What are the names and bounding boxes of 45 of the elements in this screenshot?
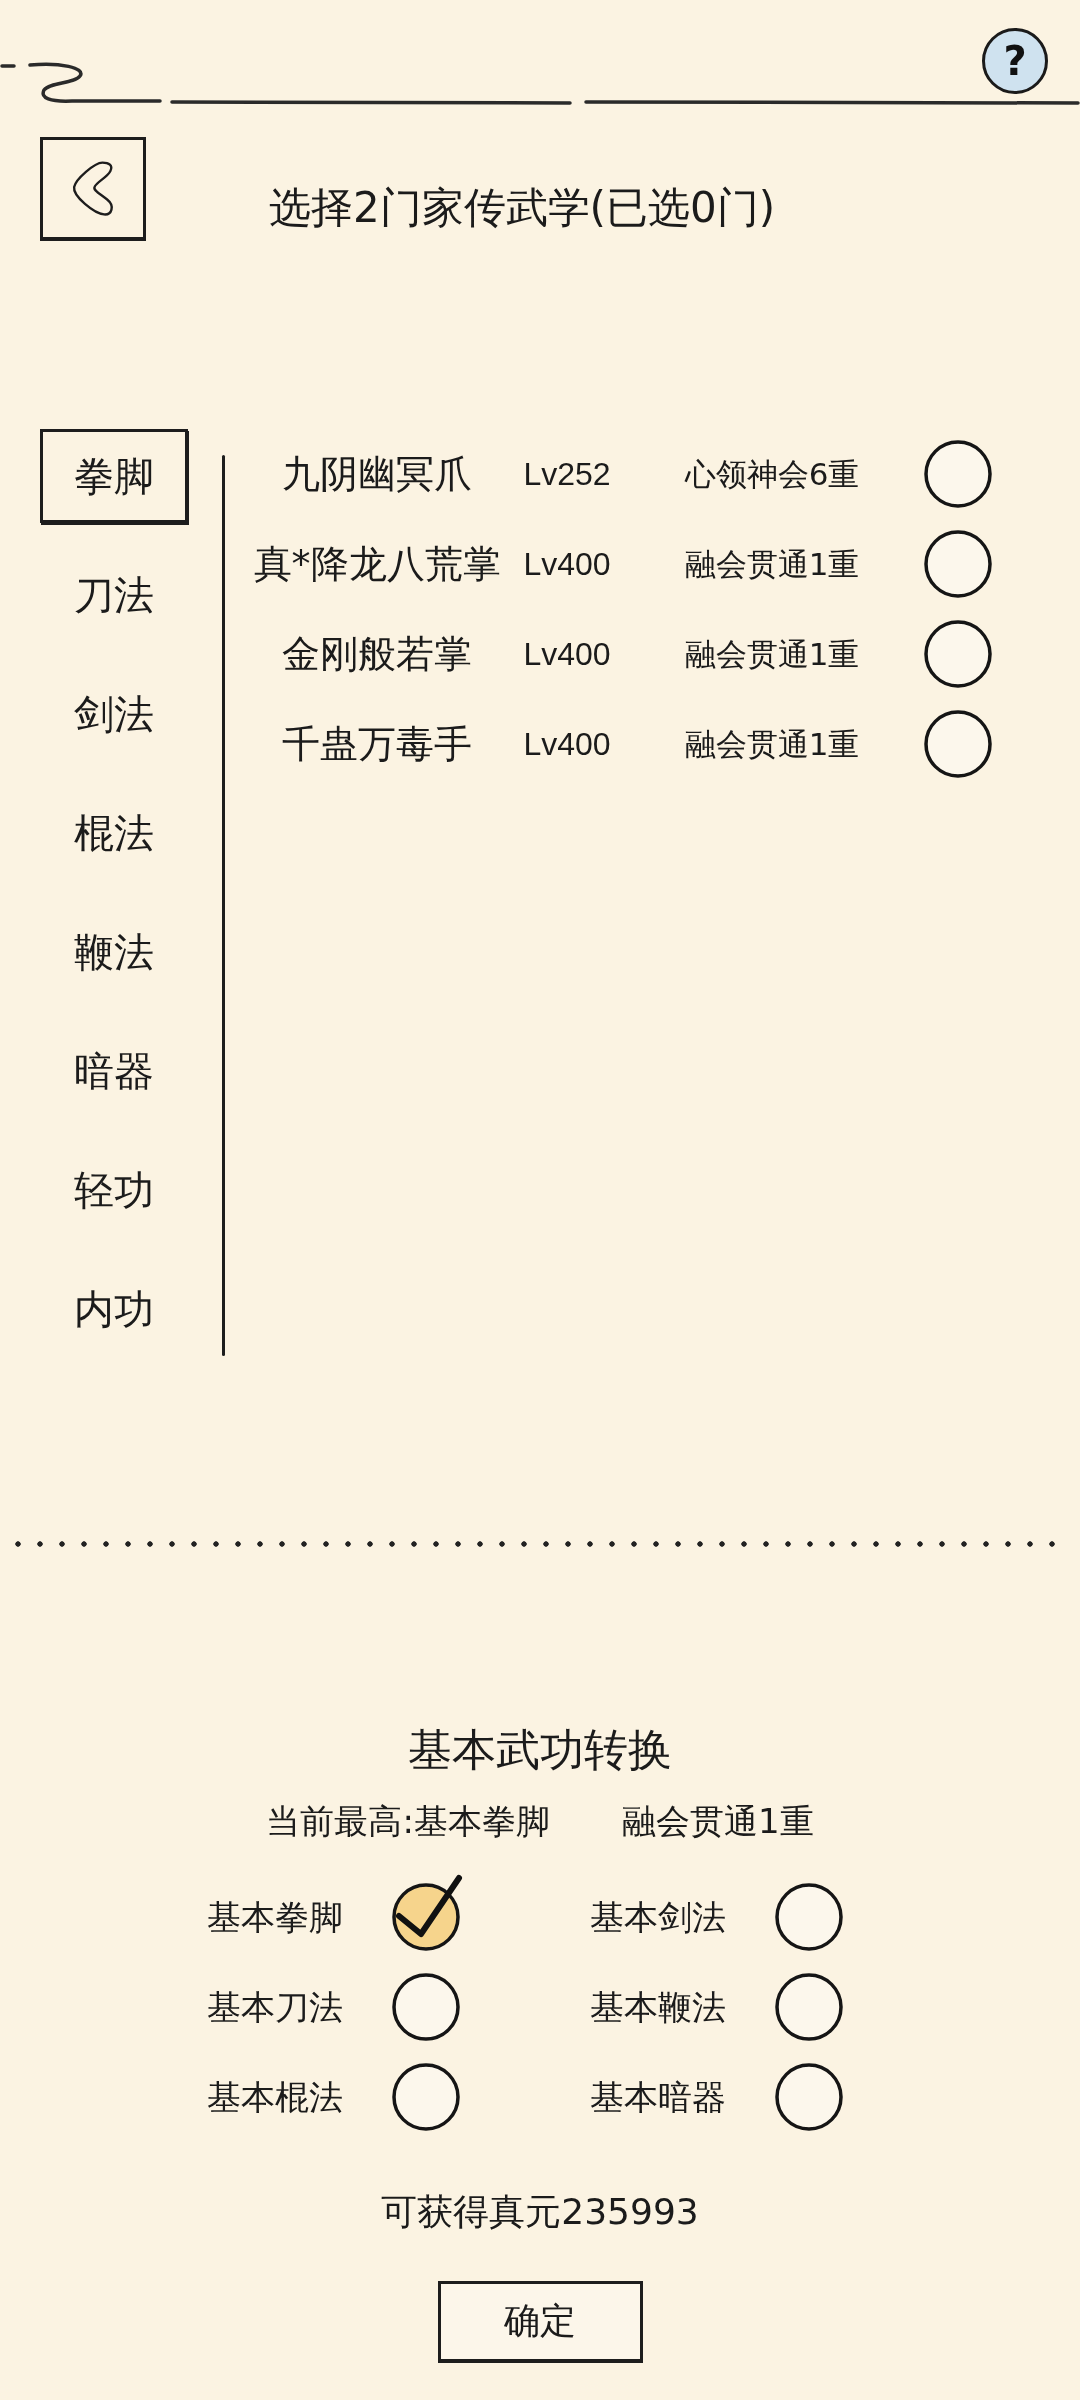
category-tab[interactable]: 鞭法	[40, 905, 188, 999]
skill-name: 九阴幽冥爪	[282, 451, 472, 497]
radio-button[interactable]	[923, 439, 993, 509]
skill-level: Lv400	[523, 545, 611, 584]
help-button[interactable]: ?	[982, 28, 1048, 94]
option-label: 基本剑法	[590, 1896, 726, 1938]
page-title: 选择2门家传武学(已选0门)	[268, 183, 776, 233]
category-tab[interactable]: 棍法	[40, 786, 188, 880]
current-best-label: 当前最高:基本拳脚	[266, 1800, 550, 1843]
option-label: 基本拳脚	[207, 1896, 343, 1938]
radio-button[interactable]	[774, 1972, 844, 2042]
category-tab[interactable]: 剑法	[40, 667, 188, 761]
option-label: 基本暗器	[590, 2076, 726, 2118]
option-label: 基本鞭法	[590, 1986, 726, 2028]
skill-name: 千蛊万毒手	[282, 721, 472, 767]
skill-level: Lv400	[523, 635, 611, 674]
option-label: 基本刀法	[207, 1986, 343, 2028]
radio-button[interactable]	[774, 2062, 844, 2132]
skill-level: Lv252	[523, 455, 611, 494]
category-tab[interactable]: 轻功	[40, 1143, 188, 1237]
skill-name: 金刚般若掌	[282, 631, 472, 677]
category-tab[interactable]: 暗器	[40, 1024, 188, 1118]
radio-button[interactable]	[923, 529, 993, 599]
check-icon	[396, 1875, 462, 1937]
skill-realm: 融会贯通1重	[684, 725, 860, 764]
radio-button[interactable]	[391, 1972, 461, 2042]
skill-realm: 心领神会6重	[684, 455, 860, 494]
confirm-button[interactable]: 确定	[437, 2281, 643, 2363]
chevron-icon	[71, 160, 115, 217]
radio-button[interactable]	[923, 709, 993, 779]
skill-realm: 融会贯通1重	[684, 635, 860, 674]
skill-realm: 融会贯通1重	[684, 545, 860, 584]
skill-level: Lv400	[523, 725, 611, 764]
radio-button[interactable]	[391, 2062, 461, 2132]
option-label: 基本棍法	[207, 2076, 343, 2118]
category-tab[interactable]: 刀法	[40, 548, 188, 642]
radio-button[interactable]	[774, 1882, 844, 1952]
category-tab[interactable]: 内功	[40, 1262, 188, 1356]
skill-name: 真*降龙八荒掌	[253, 541, 501, 587]
section-title: 基本武功转换	[408, 1724, 672, 1776]
category-tab[interactable]: 拳脚	[40, 429, 188, 523]
current-realm-label: 融会贯通1重	[621, 1800, 814, 1843]
back-button[interactable]	[40, 137, 146, 241]
radio-button[interactable]	[923, 619, 993, 689]
reward-text: 可获得真元235993	[381, 2191, 699, 2233]
